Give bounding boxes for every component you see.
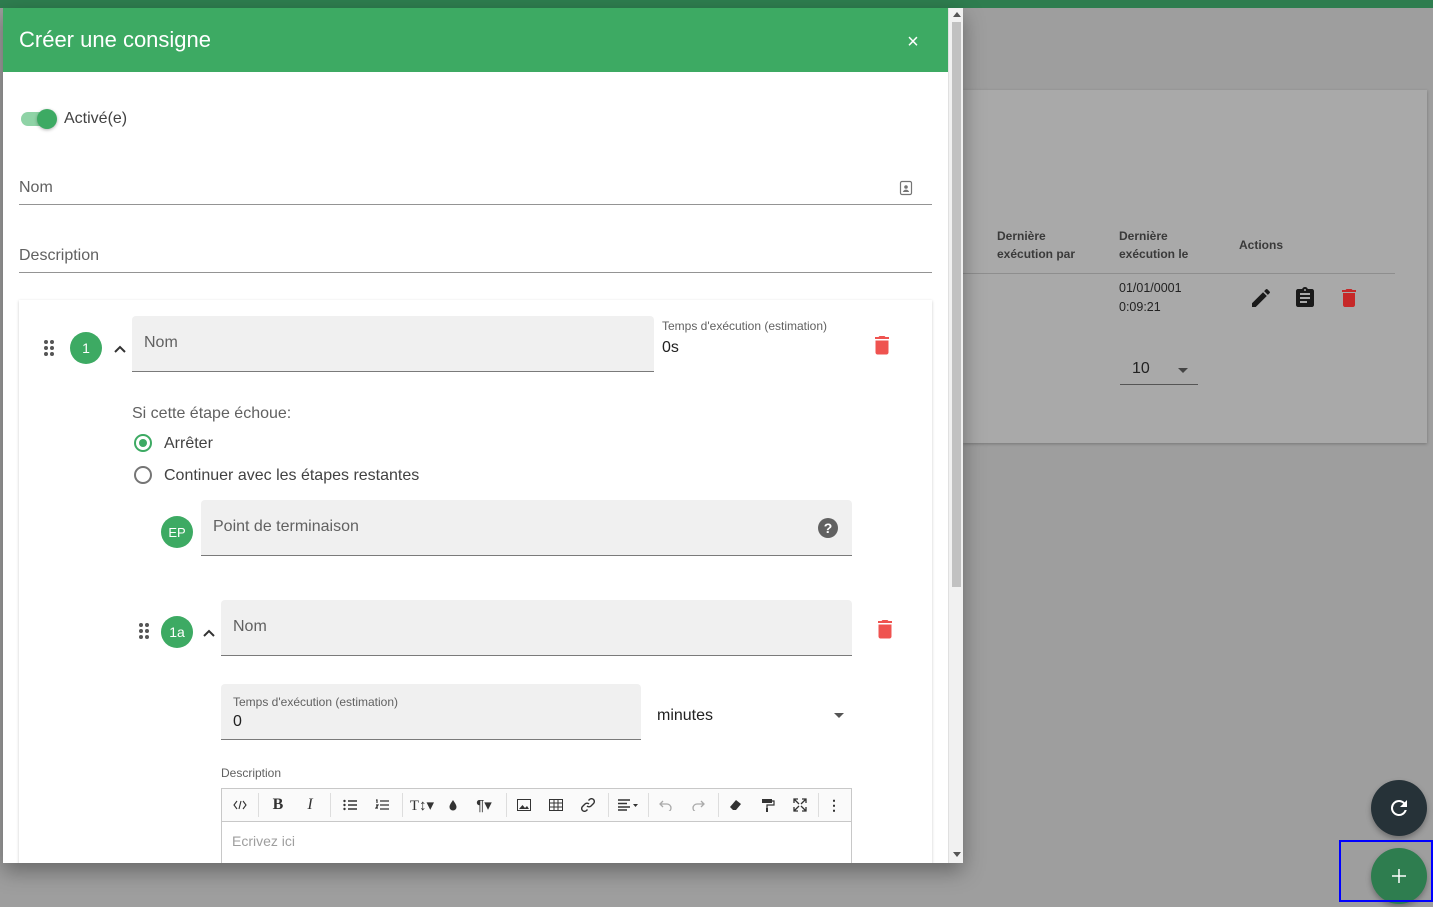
more-icon[interactable]: ⋮ [822, 793, 846, 817]
substep-duration-value: 0 [233, 713, 242, 730]
substep-number-badge: 1a [161, 616, 193, 648]
on-fail-label: Si cette étape échoue: [132, 405, 292, 422]
substep-drag-handle-icon[interactable] [139, 623, 151, 641]
header-line: exécution le [1119, 247, 1189, 261]
substep-duration-input[interactable]: Temps d'exécution (estimation) 0 [221, 684, 641, 740]
background-table-card [963, 90, 1427, 443]
help-icon[interactable]: ? [818, 518, 838, 538]
align-icon[interactable] [614, 793, 642, 817]
step-duration-value[interactable]: 0s [662, 339, 679, 357]
create-instruction-dialog: Créer une consigne × Activé(e) Nom Descr… [3, 8, 963, 863]
color-icon[interactable] [442, 793, 464, 817]
italic-icon[interactable]: I [298, 793, 322, 817]
endpoint-badge: EP [161, 516, 193, 548]
name-label: Nom [19, 179, 53, 196]
editor-toolbar: B I T↕▾ ¶▾ ⋮ [222, 789, 851, 822]
last-run-date: 01/01/0001 [1119, 281, 1182, 295]
clear-format-icon[interactable] [724, 793, 748, 817]
substep-duration-label: Temps d'exécution (estimation) [233, 695, 399, 709]
header-last-run-on: Dernière exécution le [1119, 227, 1188, 263]
radio-stop-label: Arrêter [164, 435, 213, 452]
header-line: exécution par [997, 247, 1076, 261]
table-divider [963, 273, 1395, 274]
step-duration-label: Temps d'exécution (estimation) [662, 319, 828, 333]
trash-icon[interactable] [1337, 286, 1361, 310]
bold-icon[interactable]: B [266, 793, 290, 817]
radio-continue[interactable] [134, 466, 152, 484]
name-field[interactable]: Nom [19, 168, 932, 205]
enabled-toggle[interactable] [21, 109, 57, 129]
fullscreen-icon[interactable] [788, 793, 812, 817]
endpoint-placeholder: Point de terminaison [213, 518, 359, 535]
rich-text-editor[interactable]: B I T↕▾ ¶▾ ⋮ Ecrivez ici [221, 788, 852, 863]
last-run-time: 0:09:21 [1119, 300, 1161, 314]
toggle-knob [37, 109, 57, 129]
substep-chevron-up-icon[interactable] [202, 628, 216, 638]
rows-per-page-select[interactable]: 10 [1120, 356, 1198, 385]
scroll-down-arrow-icon[interactable] [953, 852, 961, 857]
drag-handle-icon[interactable] [44, 340, 56, 358]
refresh-icon [1390, 800, 1407, 816]
description-field[interactable]: Description [19, 236, 932, 273]
scroll-thumb[interactable] [952, 22, 961, 587]
substep-name-placeholder: Nom [233, 618, 267, 635]
pencil-icon[interactable] [1249, 286, 1273, 310]
clipboard-icon[interactable] [1293, 286, 1317, 310]
rows-per-page-value: 10 [1132, 360, 1150, 377]
header-actions: Actions [1239, 238, 1284, 252]
numbered-list-icon[interactable] [370, 793, 394, 817]
last-run-cell: 01/01/0001 0:09:21 [1119, 279, 1182, 317]
paragraph-style-icon[interactable]: ¶▾ [470, 793, 498, 817]
radio-stop[interactable] [134, 434, 152, 452]
step-card [19, 300, 932, 863]
focus-highlight [1339, 840, 1433, 902]
enabled-label: Activé(e) [64, 110, 128, 127]
image-icon[interactable] [512, 793, 536, 817]
dialog-header: Créer une consigne × [3, 8, 948, 72]
unit-select-value[interactable]: minutes [657, 707, 713, 725]
delete-substep-icon[interactable] [877, 619, 893, 639]
code-view-icon[interactable] [228, 793, 252, 817]
unit-select-chevron-down-icon[interactable] [834, 713, 844, 718]
link-icon[interactable] [576, 793, 600, 817]
header-last-run-by: Dernière exécution par [997, 227, 1075, 263]
chevron-down-icon [1178, 368, 1188, 373]
redo-icon[interactable] [686, 793, 710, 817]
substep-description-label: Description [221, 766, 282, 780]
format-painter-icon[interactable] [756, 793, 780, 817]
bullet-list-icon[interactable] [338, 793, 362, 817]
step-name-placeholder: Nom [144, 334, 178, 351]
contact-card-icon [899, 180, 913, 196]
chevron-up-icon[interactable] [113, 344, 127, 354]
delete-step-icon[interactable] [874, 335, 890, 355]
description-label: Description [19, 247, 100, 264]
step-name-input[interactable]: Nom [132, 316, 654, 372]
refresh-button[interactable] [1371, 780, 1427, 836]
scroll-up-arrow-icon[interactable] [953, 12, 961, 17]
header-line: Dernière [997, 229, 1046, 243]
endpoint-input[interactable]: Point de terminaison ? [201, 500, 852, 556]
dialog-scrollbar[interactable] [948, 8, 963, 863]
app-top-bar [0, 0, 1433, 8]
substep-name-input[interactable]: Nom [221, 600, 852, 656]
undo-icon[interactable] [654, 793, 678, 817]
close-button[interactable]: × [903, 32, 923, 52]
table-icon[interactable] [544, 793, 568, 817]
dialog-title: Créer une consigne [19, 27, 212, 52]
editor-placeholder: Ecrivez ici [232, 833, 296, 849]
font-size-icon[interactable]: T↕▾ [408, 793, 436, 817]
radio-continue-label: Continuer avec les étapes restantes [164, 467, 420, 484]
step-number-badge: 1 [70, 332, 102, 364]
header-line: Dernière [1119, 229, 1168, 243]
